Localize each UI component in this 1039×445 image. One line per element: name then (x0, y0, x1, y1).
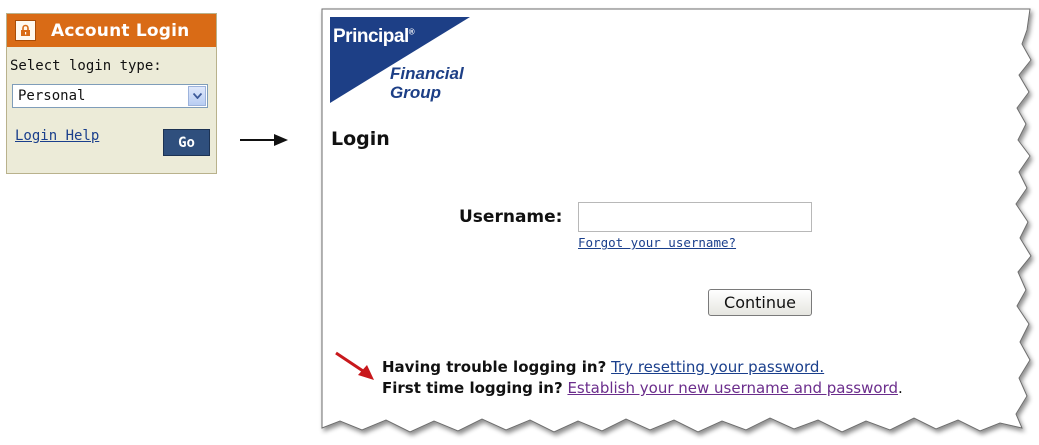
first-time-period: . (898, 379, 903, 397)
username-input[interactable] (578, 202, 812, 232)
red-arrow-icon (335, 351, 374, 380)
reset-password-link[interactable]: Try resetting your password. (611, 358, 824, 376)
trouble-logging-in-line: Having trouble logging in? Try resetting… (382, 358, 824, 376)
establish-credentials-link[interactable]: Establish your new username and password (567, 379, 898, 397)
page-title: Login (331, 128, 390, 150)
logo-financial-group-text: Financial Group (390, 64, 464, 102)
logo-principal-text: Principal® (333, 26, 415, 47)
username-label: Username: (459, 207, 563, 227)
forgot-username-link[interactable]: Forgot your username? (578, 235, 736, 250)
continue-button[interactable]: Continue (708, 289, 812, 316)
trouble-text: Having trouble logging in? (382, 358, 607, 376)
first-time-line: First time logging in? Establish your ne… (382, 379, 903, 397)
first-time-text: First time logging in? (382, 379, 563, 397)
